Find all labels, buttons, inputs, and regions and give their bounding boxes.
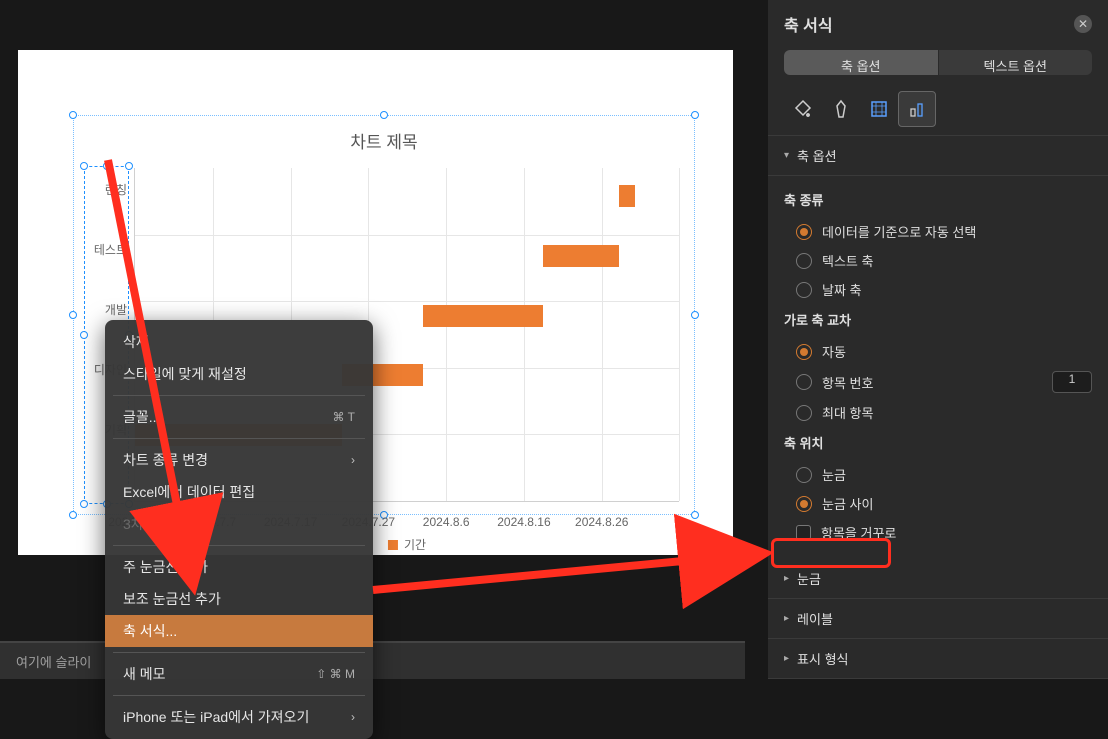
radio-between-ticks[interactable]: 눈금 사이 bbox=[796, 489, 1092, 518]
chart-bar[interactable] bbox=[423, 305, 543, 327]
y-axis-label: 테스트 bbox=[77, 241, 127, 258]
legend-label: 기간 bbox=[404, 536, 426, 553]
ctx-add-minor-gridlines[interactable]: 보조 눈금선 추가 bbox=[105, 583, 373, 615]
tab-effects-icon[interactable] bbox=[822, 91, 860, 127]
shortcut-label: ⌘ T bbox=[333, 410, 355, 424]
tab-axis-icon[interactable] bbox=[898, 91, 936, 127]
tab-size-icon[interactable] bbox=[860, 91, 898, 127]
radio-icon bbox=[796, 496, 812, 512]
radio-auto-axis[interactable]: 데이터를 기준으로 자동 선택 bbox=[796, 217, 1092, 246]
resize-handle[interactable] bbox=[380, 111, 388, 119]
tab-text-options[interactable]: 텍스트 옵션 bbox=[938, 50, 1093, 75]
ctx-change-chart-type[interactable]: 차트 종류 변경› bbox=[105, 444, 373, 476]
ctx-edit-excel[interactable]: Excel에서 데이터 편집 bbox=[105, 476, 373, 508]
section-label[interactable]: ▸ 레이블 bbox=[768, 599, 1108, 639]
legend-swatch bbox=[388, 540, 398, 550]
radio-icon bbox=[796, 282, 812, 298]
format-axis-panel: 축 서식 ✕ 축 옵션 텍스트 옵션 ▾ 축 옵션 축 종류 데이터를 기준으로… bbox=[768, 0, 1108, 679]
ctx-separator bbox=[113, 652, 365, 653]
chart-bar[interactable] bbox=[619, 185, 635, 207]
radio-text-axis[interactable]: 텍스트 축 bbox=[796, 246, 1092, 275]
panel-title: 축 서식 bbox=[784, 12, 833, 36]
ctx-delete[interactable]: 삭제 bbox=[105, 326, 373, 358]
radio-on-tick[interactable]: 눈금 bbox=[796, 460, 1092, 489]
ctx-separator bbox=[113, 545, 365, 546]
resize-handle[interactable] bbox=[691, 511, 699, 519]
x-axis-label: 2024.8.26 bbox=[575, 515, 628, 529]
resize-handle[interactable] bbox=[80, 500, 88, 508]
y-axis-label: 개발 bbox=[77, 301, 127, 318]
context-menu: 삭제 스타일에 맞게 재설정 글꼴...⌘ T 차트 종류 변경› Excel에… bbox=[105, 320, 373, 739]
resize-handle[interactable] bbox=[80, 331, 88, 339]
resize-handle[interactable] bbox=[103, 162, 111, 170]
resize-handle[interactable] bbox=[691, 111, 699, 119]
annotation-highlight bbox=[771, 538, 891, 568]
tab-axis-options[interactable]: 축 옵션 bbox=[784, 50, 938, 75]
chevron-right-icon: › bbox=[351, 453, 355, 467]
group-axis-position: 축 위치 bbox=[784, 433, 1092, 452]
radio-intersect-max[interactable]: 최대 항목 bbox=[796, 398, 1092, 427]
ctx-format-axis[interactable]: 축 서식... bbox=[105, 615, 373, 647]
chevron-right-icon: ▸ bbox=[784, 573, 789, 584]
ctx-new-memo[interactable]: 새 메모⇧ ⌘ M bbox=[105, 658, 373, 690]
radio-icon bbox=[796, 253, 812, 269]
x-axis-label: 2024.8.6 bbox=[423, 515, 470, 529]
gridline bbox=[135, 235, 679, 236]
gridline bbox=[446, 168, 447, 501]
radio-icon bbox=[796, 467, 812, 483]
chart-legend[interactable]: 기간 bbox=[388, 536, 426, 553]
y-axis-label: 런칭 bbox=[77, 181, 127, 198]
chevron-down-icon: ▾ bbox=[784, 150, 789, 161]
radio-icon bbox=[796, 405, 812, 421]
gridline bbox=[524, 168, 525, 501]
resize-handle[interactable] bbox=[69, 311, 77, 319]
chevron-right-icon: ▸ bbox=[784, 613, 789, 624]
group-axis-type: 축 종류 bbox=[784, 190, 1092, 209]
ctx-separator bbox=[113, 438, 365, 439]
chart-bar[interactable] bbox=[543, 245, 619, 267]
x-axis-label: 2024.8.16 bbox=[497, 515, 550, 529]
item-number-input[interactable]: 1 bbox=[1052, 371, 1092, 393]
ctx-font[interactable]: 글꼴...⌘ T bbox=[105, 401, 373, 433]
radio-icon bbox=[796, 224, 812, 240]
resize-handle[interactable] bbox=[80, 162, 88, 170]
chevron-right-icon: › bbox=[351, 710, 355, 724]
resize-handle[interactable] bbox=[691, 311, 699, 319]
section-axis-options[interactable]: ▾ 축 옵션 bbox=[768, 136, 1108, 176]
radio-date-axis[interactable]: 날짜 축 bbox=[796, 275, 1092, 304]
resize-handle[interactable] bbox=[125, 162, 133, 170]
chart-title[interactable]: 차트 제목 bbox=[74, 128, 694, 153]
gridline bbox=[135, 301, 679, 302]
ctx-3d-rotation: 3차원 회전... bbox=[105, 508, 373, 540]
gridline bbox=[679, 168, 680, 501]
group-horiz-intersect: 가로 축 교차 bbox=[784, 310, 1092, 329]
ctx-import-ios[interactable]: iPhone 또는 iPad에서 가져오기› bbox=[105, 701, 373, 733]
resize-handle[interactable] bbox=[69, 511, 77, 519]
section-number-format[interactable]: ▸ 표시 형식 bbox=[768, 639, 1108, 679]
ctx-separator bbox=[113, 395, 365, 396]
radio-icon bbox=[796, 344, 812, 360]
ctx-separator bbox=[113, 695, 365, 696]
close-icon[interactable]: ✕ bbox=[1074, 15, 1092, 33]
tab-fill-icon[interactable] bbox=[784, 91, 822, 127]
radio-icon bbox=[796, 374, 812, 390]
gridline bbox=[602, 168, 603, 501]
ctx-reset-style[interactable]: 스타일에 맞게 재설정 bbox=[105, 358, 373, 390]
radio-intersect-itemno[interactable]: 항목 번호1 bbox=[796, 366, 1092, 398]
radio-intersect-auto[interactable]: 자동 bbox=[796, 337, 1092, 366]
resize-handle[interactable] bbox=[69, 111, 77, 119]
panel-tab-switch: 축 옵션 텍스트 옵션 bbox=[784, 50, 1092, 75]
ctx-add-major-gridlines[interactable]: 주 눈금선 추가 bbox=[105, 551, 373, 583]
chevron-right-icon: ▸ bbox=[784, 653, 789, 664]
